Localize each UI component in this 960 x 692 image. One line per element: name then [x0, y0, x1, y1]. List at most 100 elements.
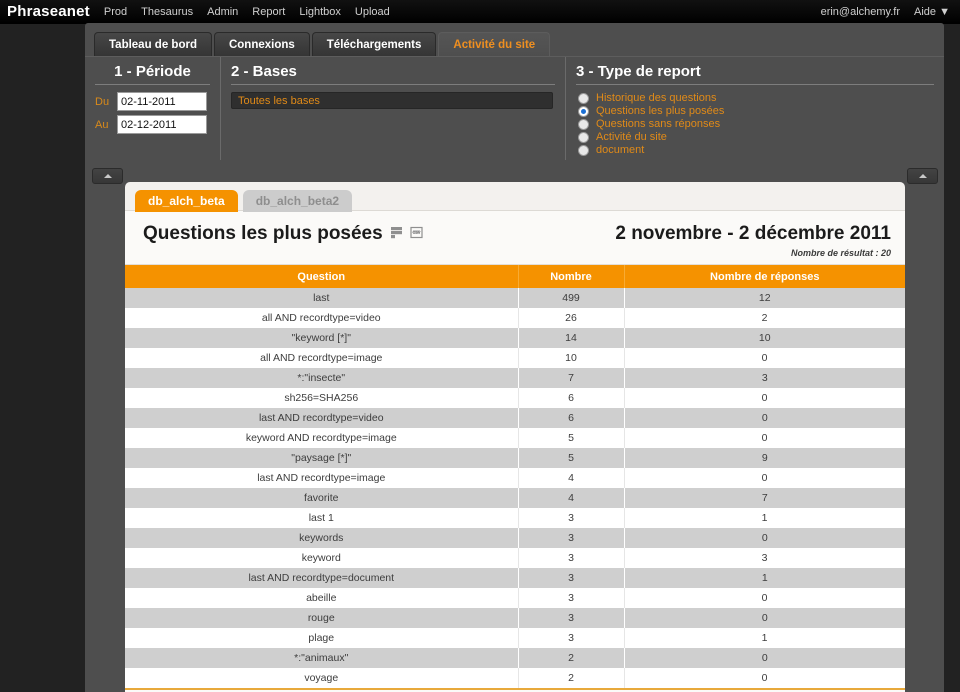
table-row: favorite47 — [125, 488, 905, 508]
report-table-body: last49912all AND recordtype=video262"key… — [125, 288, 905, 688]
table-header-row: Question Nombre Nombre de réponses — [125, 265, 905, 288]
tab-tableau-de-bord[interactable]: Tableau de bord — [94, 32, 212, 57]
database-tabs: db_alch_beta db_alch_beta2 — [125, 182, 905, 210]
radio-icon-selected — [578, 106, 589, 117]
cell-question: all AND recordtype=image — [125, 348, 518, 368]
cell-nombre: 6 — [518, 408, 624, 428]
cell-nombre-de-reponses: 0 — [624, 528, 905, 548]
column-header-nombre[interactable]: Nombre — [518, 265, 624, 288]
radio-icon — [578, 119, 589, 130]
cell-nombre-de-reponses: 10 — [624, 328, 905, 348]
radio-icon — [578, 145, 589, 156]
report-tabs: Tableau de bord Connexions Téléchargemen… — [85, 30, 550, 57]
radio-questions-sans-reponses[interactable]: Questions sans réponses — [576, 118, 934, 130]
radio-document[interactable]: document — [576, 144, 934, 156]
table-footer-rule — [125, 688, 905, 690]
radio-activite-du-site[interactable]: Activité du site — [576, 131, 934, 143]
radio-historique-des-questions[interactable]: Historique des questions — [576, 92, 934, 104]
cell-nombre: 499 — [518, 288, 624, 308]
table-row: *:"insecte"73 — [125, 368, 905, 388]
app-logo: Phraseanet — [7, 3, 90, 20]
cell-nombre-de-reponses: 3 — [624, 368, 905, 388]
cell-nombre-de-reponses: 0 — [624, 428, 905, 448]
result-count: Nombre de résultat : 20 — [615, 248, 891, 258]
table-row: plage31 — [125, 628, 905, 648]
help-menu[interactable]: Aide ▼ — [914, 6, 950, 18]
bases-selected-item[interactable]: Toutes les bases — [231, 92, 553, 109]
nav-link-upload[interactable]: Upload — [355, 6, 390, 18]
cell-nombre: 2 — [518, 648, 624, 668]
filter-section-bases: 2 - Bases Toutes les bases — [221, 57, 566, 160]
collapse-filters-right-button[interactable] — [907, 168, 938, 184]
table-row: abeille30 — [125, 588, 905, 608]
cell-nombre: 14 — [518, 328, 624, 348]
cell-nombre-de-reponses: 0 — [624, 668, 905, 688]
cell-question: sh256=SHA256 — [125, 388, 518, 408]
table-row: keyword33 — [125, 548, 905, 568]
date-from-input[interactable] — [117, 92, 207, 111]
nav-link-report[interactable]: Report — [252, 6, 285, 18]
report-content-card: db_alch_beta db_alch_beta2 Questions les… — [125, 182, 905, 692]
table-row: last AND recordtype=video60 — [125, 408, 905, 428]
radio-questions-les-plus-posees[interactable]: Questions les plus posées — [576, 105, 934, 117]
filter-bar: 1 - Période Du Au 2 - Bases Toutes les b… — [85, 56, 944, 160]
table-row: all AND recordtype=image100 — [125, 348, 905, 368]
table-row: keyword AND recordtype=image50 — [125, 428, 905, 448]
print-icon[interactable] — [390, 223, 403, 245]
radio-icon — [578, 93, 589, 104]
user-email[interactable]: erin@alchemy.fr — [821, 6, 900, 18]
cell-question: voyage — [125, 668, 518, 688]
tab-activite-du-site[interactable]: Activité du site — [438, 32, 550, 57]
cell-nombre: 5 — [518, 448, 624, 468]
cell-nombre-de-reponses: 1 — [624, 568, 905, 588]
cell-nombre: 3 — [518, 628, 624, 648]
db-tab-db_alch_beta[interactable]: db_alch_beta — [135, 190, 238, 212]
table-row: last 131 — [125, 508, 905, 528]
tab-connexions[interactable]: Connexions — [214, 32, 310, 57]
nav-link-lightbox[interactable]: Lightbox — [299, 6, 341, 18]
date-to-input[interactable] — [117, 115, 207, 134]
cell-question: last AND recordtype=image — [125, 468, 518, 488]
cell-question: rouge — [125, 608, 518, 628]
report-date-range: 2 novembre - 2 décembre 2011 — [615, 223, 891, 245]
date-to-label: Au — [95, 119, 117, 131]
cell-nombre-de-reponses: 0 — [624, 588, 905, 608]
nav-link-admin[interactable]: Admin — [207, 6, 238, 18]
nav-link-prod[interactable]: Prod — [104, 6, 127, 18]
report-title-group: Questions les plus posées CSV — [143, 223, 423, 245]
cell-nombre: 7 — [518, 368, 624, 388]
cell-nombre-de-reponses: 0 — [624, 468, 905, 488]
csv-export-icon[interactable]: CSV — [410, 223, 423, 245]
cell-nombre-de-reponses: 2 — [624, 308, 905, 328]
table-row: rouge30 — [125, 608, 905, 628]
cell-nombre-de-reponses: 9 — [624, 448, 905, 468]
tab-telechargements[interactable]: Téléchargements — [312, 32, 437, 57]
table-row: "keyword [*]"1410 — [125, 328, 905, 348]
db-tab-db_alch_beta2[interactable]: db_alch_beta2 — [243, 190, 352, 212]
cell-question: keywords — [125, 528, 518, 548]
cell-question: plage — [125, 628, 518, 648]
cell-question: keyword AND recordtype=image — [125, 428, 518, 448]
column-header-nombre-de-reponses[interactable]: Nombre de réponses — [624, 265, 905, 288]
cell-nombre: 3 — [518, 548, 624, 568]
cell-nombre-de-reponses: 3 — [624, 548, 905, 568]
cell-nombre: 26 — [518, 308, 624, 328]
cell-question: last 1 — [125, 508, 518, 528]
cell-nombre: 3 — [518, 588, 624, 608]
table-row: all AND recordtype=video262 — [125, 308, 905, 328]
radio-icon — [578, 132, 589, 143]
collapse-filters-left-button[interactable] — [92, 168, 123, 184]
cell-nombre-de-reponses: 0 — [624, 388, 905, 408]
chevron-up-icon — [104, 174, 112, 178]
cell-nombre: 3 — [518, 528, 624, 548]
table-row: keywords30 — [125, 528, 905, 548]
top-right-area: erin@alchemy.fr Aide ▼ — [821, 6, 950, 18]
column-header-question[interactable]: Question — [125, 265, 518, 288]
cell-nombre-de-reponses: 0 — [624, 348, 905, 368]
chevron-up-icon — [919, 174, 927, 178]
filter-section-type-de-report: 3 - Type de report Historique des questi… — [566, 57, 944, 160]
nav-link-thesaurus[interactable]: Thesaurus — [141, 6, 193, 18]
cell-nombre-de-reponses: 0 — [624, 648, 905, 668]
cell-question: last AND recordtype=document — [125, 568, 518, 588]
type-de-report-heading: 3 - Type de report — [576, 63, 934, 85]
